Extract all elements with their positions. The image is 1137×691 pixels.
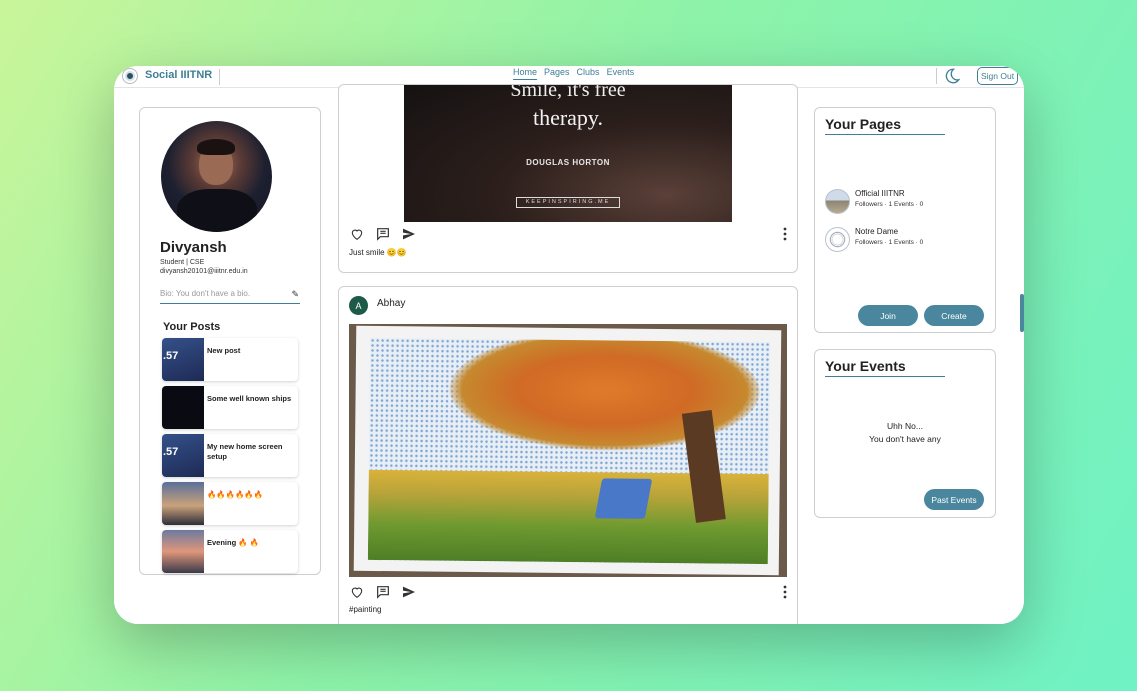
sign-out-button[interactable]: Sign Out bbox=[977, 67, 1019, 85]
your-events-card: Your Events Uhh No... You don't have any… bbox=[814, 349, 996, 518]
your-pages-title: Your Pages bbox=[825, 116, 945, 135]
nav-events[interactable]: Events bbox=[607, 67, 635, 80]
profile-avatar bbox=[161, 121, 272, 232]
nav-links: Home Pages Clubs Events bbox=[513, 67, 634, 80]
bio-field[interactable]: Bio: You don't have a bio. ✎ bbox=[160, 289, 300, 304]
page-logo bbox=[825, 189, 850, 214]
list-item[interactable]: .57 New post bbox=[162, 338, 298, 381]
like-heart-icon[interactable] bbox=[349, 584, 365, 600]
post-thumbnail bbox=[162, 386, 204, 429]
profile-card: Divyansh Student | CSE divyansh20101@iii… bbox=[139, 107, 321, 575]
your-pages-card: Your Pages Official IIITNR Followers · 1… bbox=[814, 107, 996, 333]
quote-text: Smile, it's free bbox=[510, 85, 626, 101]
scrollbar-thumb[interactable] bbox=[1020, 294, 1024, 332]
nav-pages[interactable]: Pages bbox=[544, 67, 570, 80]
join-button[interactable]: Join bbox=[858, 305, 918, 326]
divider bbox=[936, 68, 937, 84]
dark-mode-moon-icon[interactable] bbox=[943, 67, 961, 85]
profile-name: Divyansh bbox=[160, 239, 227, 256]
like-heart-icon[interactable] bbox=[349, 226, 365, 242]
page-logo bbox=[825, 227, 850, 252]
brand-name[interactable]: Social IIITNR bbox=[145, 69, 212, 81]
more-options-icon[interactable] bbox=[783, 585, 787, 599]
post-title: 🔥🔥🔥🔥🔥🔥 bbox=[207, 490, 264, 499]
post-actions bbox=[349, 584, 789, 600]
app-logo-icon[interactable] bbox=[122, 68, 138, 84]
feed-post: Smile, it's free therapy. DOUGLAS HORTON… bbox=[338, 84, 798, 273]
comment-icon[interactable] bbox=[375, 226, 391, 242]
quote-author: DOUGLAS HORTON bbox=[526, 158, 610, 167]
nav-clubs[interactable]: Clubs bbox=[577, 67, 600, 80]
empty-state-text: Uhh No... bbox=[887, 421, 923, 431]
page-name: Notre Dame bbox=[855, 227, 899, 236]
feed-post: A Abhay #painting bbox=[338, 286, 798, 624]
create-button[interactable]: Create bbox=[924, 305, 984, 326]
thumbnail-text: .57 bbox=[163, 350, 179, 362]
list-item[interactable]: Evening 🔥 🔥 bbox=[162, 530, 298, 573]
page-meta: Followers · 1 Events · 0 bbox=[855, 201, 924, 208]
profile-email: divyansh20101@iiitnr.edu.in bbox=[160, 268, 248, 275]
list-item[interactable]: 🔥🔥🔥🔥🔥🔥 bbox=[162, 482, 298, 525]
list-item[interactable]: Notre Dame Followers · 1 Events · 0 bbox=[825, 225, 985, 253]
edit-pencil-icon[interactable]: ✎ bbox=[291, 289, 299, 300]
quote-text: therapy. bbox=[532, 105, 604, 130]
your-posts-list: .57 New post Some well known ships .57 M… bbox=[162, 338, 298, 578]
more-options-icon[interactable] bbox=[783, 227, 787, 241]
post-image[interactable] bbox=[349, 324, 787, 577]
post-thumbnail bbox=[162, 482, 204, 525]
divider bbox=[219, 69, 220, 85]
page-meta: Followers · 1 Events · 0 bbox=[855, 239, 924, 246]
share-send-icon[interactable] bbox=[401, 226, 417, 242]
comment-icon[interactable] bbox=[375, 584, 391, 600]
your-events-title: Your Events bbox=[825, 358, 945, 377]
page-content: Divyansh Student | CSE divyansh20101@iii… bbox=[114, 84, 1024, 624]
post-thumbnail: .57 bbox=[162, 434, 204, 477]
share-send-icon[interactable] bbox=[401, 584, 417, 600]
app-window: Social IIITNR Home Pages Clubs Events Si… bbox=[114, 66, 1024, 624]
nav-home[interactable]: Home bbox=[513, 67, 538, 80]
list-item[interactable]: Some well known ships bbox=[162, 386, 298, 429]
author-avatar[interactable]: A bbox=[349, 296, 368, 315]
list-item[interactable]: Official IIITNR Followers · 1 Events · 0 bbox=[825, 187, 985, 215]
bio-placeholder: Bio: You don't have a bio. bbox=[160, 289, 251, 298]
post-title: My new home screen setup bbox=[207, 442, 283, 461]
post-title: Evening 🔥 🔥 bbox=[207, 538, 260, 547]
post-image[interactable]: Smile, it's free therapy. DOUGLAS HORTON… bbox=[404, 85, 732, 222]
post-caption: Just smile 😊😊 bbox=[349, 248, 407, 257]
your-posts-title: Your Posts bbox=[163, 321, 221, 333]
quote-tag: KEEPINSPIRING.ME bbox=[516, 197, 620, 208]
empty-state-text: You don't have any bbox=[869, 434, 941, 444]
list-item[interactable]: .57 My new home screen setup bbox=[162, 434, 298, 477]
page-name: Official IIITNR bbox=[855, 189, 905, 198]
past-events-button[interactable]: Past Events bbox=[924, 489, 984, 510]
profile-role: Student | CSE bbox=[160, 259, 205, 266]
post-thumbnail: .57 bbox=[162, 338, 204, 381]
post-thumbnail bbox=[162, 530, 204, 573]
author-name[interactable]: Abhay bbox=[377, 298, 405, 309]
post-title: Some well known ships bbox=[207, 394, 292, 403]
post-title: New post bbox=[207, 346, 241, 355]
thumbnail-text: .57 bbox=[163, 446, 179, 458]
post-caption: #painting bbox=[349, 605, 382, 614]
post-actions bbox=[349, 226, 789, 242]
